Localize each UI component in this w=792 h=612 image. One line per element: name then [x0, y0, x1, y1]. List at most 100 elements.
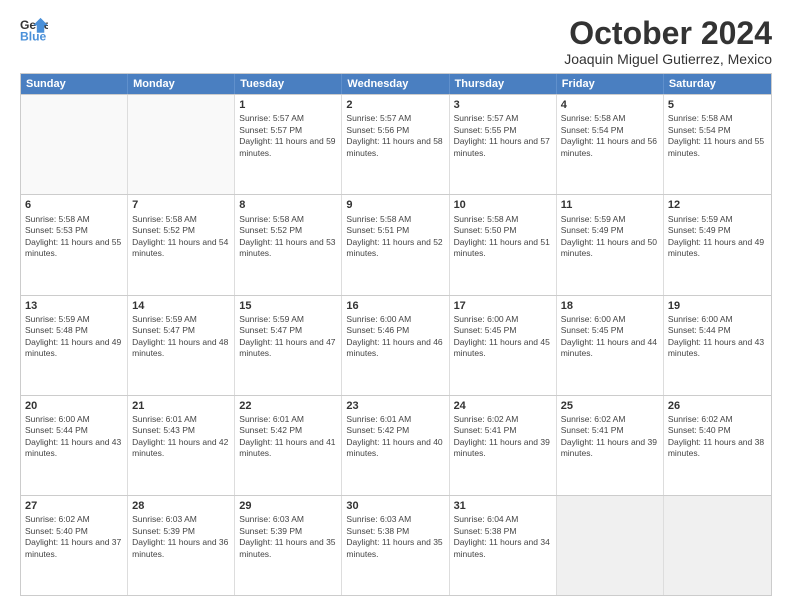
- header-day-sunday: Sunday: [21, 74, 128, 94]
- cell-info: Sunrise: 5:58 AM Sunset: 5:54 PM Dayligh…: [561, 113, 659, 159]
- cell-info: Sunrise: 6:00 AM Sunset: 5:45 PM Dayligh…: [454, 314, 552, 360]
- day-number: 13: [25, 299, 123, 313]
- cell-info: Sunrise: 5:59 AM Sunset: 5:49 PM Dayligh…: [668, 214, 767, 260]
- calendar-cell: 5Sunrise: 5:58 AM Sunset: 5:54 PM Daylig…: [664, 95, 771, 194]
- cell-info: Sunrise: 6:03 AM Sunset: 5:39 PM Dayligh…: [132, 514, 230, 560]
- calendar: SundayMondayTuesdayWednesdayThursdayFrid…: [20, 73, 772, 596]
- calendar-cell: 4Sunrise: 5:58 AM Sunset: 5:54 PM Daylig…: [557, 95, 664, 194]
- day-number: 24: [454, 399, 552, 413]
- calendar-cell: 26Sunrise: 6:02 AM Sunset: 5:40 PM Dayli…: [664, 396, 771, 495]
- month-title: October 2024: [564, 16, 772, 51]
- day-number: 26: [668, 399, 767, 413]
- cell-info: Sunrise: 6:00 AM Sunset: 5:44 PM Dayligh…: [25, 414, 123, 460]
- logo-icon: General Blue: [20, 16, 48, 44]
- day-number: 16: [346, 299, 444, 313]
- cell-info: Sunrise: 5:58 AM Sunset: 5:51 PM Dayligh…: [346, 214, 444, 260]
- page: General Blue October 2024 Joaquin Miguel…: [0, 0, 792, 612]
- calendar-cell: 23Sunrise: 6:01 AM Sunset: 5:42 PM Dayli…: [342, 396, 449, 495]
- day-number: 15: [239, 299, 337, 313]
- calendar-cell: 3Sunrise: 5:57 AM Sunset: 5:55 PM Daylig…: [450, 95, 557, 194]
- calendar-cell: 30Sunrise: 6:03 AM Sunset: 5:38 PM Dayli…: [342, 496, 449, 595]
- cell-info: Sunrise: 6:01 AM Sunset: 5:42 PM Dayligh…: [239, 414, 337, 460]
- calendar-cell: 22Sunrise: 6:01 AM Sunset: 5:42 PM Dayli…: [235, 396, 342, 495]
- day-number: 3: [454, 98, 552, 112]
- cell-info: Sunrise: 5:59 AM Sunset: 5:49 PM Dayligh…: [561, 214, 659, 260]
- day-number: 4: [561, 98, 659, 112]
- day-number: 8: [239, 198, 337, 212]
- cell-info: Sunrise: 6:00 AM Sunset: 5:44 PM Dayligh…: [668, 314, 767, 360]
- header-day-thursday: Thursday: [450, 74, 557, 94]
- day-number: 11: [561, 198, 659, 212]
- calendar-header: SundayMondayTuesdayWednesdayThursdayFrid…: [21, 74, 771, 94]
- calendar-cell: 29Sunrise: 6:03 AM Sunset: 5:39 PM Dayli…: [235, 496, 342, 595]
- cell-info: Sunrise: 6:02 AM Sunset: 5:40 PM Dayligh…: [668, 414, 767, 460]
- cell-info: Sunrise: 5:59 AM Sunset: 5:47 PM Dayligh…: [132, 314, 230, 360]
- header: General Blue October 2024 Joaquin Miguel…: [20, 16, 772, 67]
- calendar-cell: 28Sunrise: 6:03 AM Sunset: 5:39 PM Dayli…: [128, 496, 235, 595]
- cell-info: Sunrise: 5:58 AM Sunset: 5:54 PM Dayligh…: [668, 113, 767, 159]
- day-number: 19: [668, 299, 767, 313]
- calendar-cell: 31Sunrise: 6:04 AM Sunset: 5:38 PM Dayli…: [450, 496, 557, 595]
- header-day-saturday: Saturday: [664, 74, 771, 94]
- logo: General Blue: [20, 16, 48, 44]
- day-number: 21: [132, 399, 230, 413]
- calendar-cell: [128, 95, 235, 194]
- day-number: 2: [346, 98, 444, 112]
- calendar-cell: 15Sunrise: 5:59 AM Sunset: 5:47 PM Dayli…: [235, 296, 342, 395]
- day-number: 14: [132, 299, 230, 313]
- cell-info: Sunrise: 6:02 AM Sunset: 5:41 PM Dayligh…: [454, 414, 552, 460]
- calendar-cell: 16Sunrise: 6:00 AM Sunset: 5:46 PM Dayli…: [342, 296, 449, 395]
- day-number: 9: [346, 198, 444, 212]
- cell-info: Sunrise: 6:01 AM Sunset: 5:43 PM Dayligh…: [132, 414, 230, 460]
- calendar-cell: 7 Sunrise: 5:58 AM Sunset: 5:52 PM Daylig…: [128, 195, 235, 294]
- calendar-body: 1Sunrise: 5:57 AM Sunset: 5:57 PM Daylig…: [21, 94, 771, 595]
- cell-info: Sunrise: 6:02 AM Sunset: 5:41 PM Dayligh…: [561, 414, 659, 460]
- cell-info: Sunrise: 6:00 AM Sunset: 5:46 PM Dayligh…: [346, 314, 444, 360]
- header-day-friday: Friday: [557, 74, 664, 94]
- day-number: 6: [25, 198, 123, 212]
- cell-info: Sunrise: 6:00 AM Sunset: 5:45 PM Dayligh…: [561, 314, 659, 360]
- calendar-cell: 21Sunrise: 6:01 AM Sunset: 5:43 PM Dayli…: [128, 396, 235, 495]
- header-day-monday: Monday: [128, 74, 235, 94]
- calendar-row-1: 6 Sunrise: 5:58 AM Sunset: 5:53 PM Daylig…: [21, 194, 771, 294]
- cell-info: Sunrise: 6:03 AM Sunset: 5:38 PM Dayligh…: [346, 514, 444, 560]
- calendar-cell: 6 Sunrise: 5:58 AM Sunset: 5:53 PM Daylig…: [21, 195, 128, 294]
- calendar-row-4: 27Sunrise: 6:02 AM Sunset: 5:40 PM Dayli…: [21, 495, 771, 595]
- header-day-wednesday: Wednesday: [342, 74, 449, 94]
- cell-info: Sunrise: 5:58 AM Sunset: 5:50 PM Dayligh…: [454, 214, 552, 260]
- calendar-cell: 18Sunrise: 6:00 AM Sunset: 5:45 PM Dayli…: [557, 296, 664, 395]
- cell-info: Sunrise: 5:58 AM Sunset: 5:53 PM Dayligh…: [25, 214, 123, 260]
- day-number: 17: [454, 299, 552, 313]
- cell-info: Sunrise: 5:59 AM Sunset: 5:48 PM Dayligh…: [25, 314, 123, 360]
- day-number: 30: [346, 499, 444, 513]
- calendar-cell: 12Sunrise: 5:59 AM Sunset: 5:49 PM Dayli…: [664, 195, 771, 294]
- cell-info: Sunrise: 5:57 AM Sunset: 5:56 PM Dayligh…: [346, 113, 444, 159]
- day-number: 31: [454, 499, 552, 513]
- day-number: 7: [132, 198, 230, 212]
- cell-info: Sunrise: 6:02 AM Sunset: 5:40 PM Dayligh…: [25, 514, 123, 560]
- calendar-cell: 11 Sunrise: 5:59 AM Sunset: 5:49 PM Dayli…: [557, 195, 664, 294]
- calendar-cell: 9 Sunrise: 5:58 AM Sunset: 5:51 PM Daylig…: [342, 195, 449, 294]
- day-number: 28: [132, 499, 230, 513]
- cell-info: Sunrise: 5:58 AM Sunset: 5:52 PM Dayligh…: [132, 214, 230, 260]
- cell-info: Sunrise: 5:58 AM Sunset: 5:52 PM Dayligh…: [239, 214, 337, 260]
- calendar-cell: [21, 95, 128, 194]
- calendar-cell: 20Sunrise: 6:00 AM Sunset: 5:44 PM Dayli…: [21, 396, 128, 495]
- calendar-cell: 27Sunrise: 6:02 AM Sunset: 5:40 PM Dayli…: [21, 496, 128, 595]
- calendar-cell: 17Sunrise: 6:00 AM Sunset: 5:45 PM Dayli…: [450, 296, 557, 395]
- calendar-cell: [664, 496, 771, 595]
- location-title: Joaquin Miguel Gutierrez, Mexico: [564, 51, 772, 67]
- calendar-row-2: 13Sunrise: 5:59 AM Sunset: 5:48 PM Dayli…: [21, 295, 771, 395]
- day-number: 22: [239, 399, 337, 413]
- calendar-cell: 24Sunrise: 6:02 AM Sunset: 5:41 PM Dayli…: [450, 396, 557, 495]
- day-number: 1: [239, 98, 337, 112]
- day-number: 18: [561, 299, 659, 313]
- day-number: 23: [346, 399, 444, 413]
- cell-info: Sunrise: 5:59 AM Sunset: 5:47 PM Dayligh…: [239, 314, 337, 360]
- cell-info: Sunrise: 6:03 AM Sunset: 5:39 PM Dayligh…: [239, 514, 337, 560]
- calendar-cell: 2Sunrise: 5:57 AM Sunset: 5:56 PM Daylig…: [342, 95, 449, 194]
- day-number: 5: [668, 98, 767, 112]
- calendar-cell: 10 Sunrise: 5:58 AM Sunset: 5:50 PM Dayli…: [450, 195, 557, 294]
- calendar-row-3: 20Sunrise: 6:00 AM Sunset: 5:44 PM Dayli…: [21, 395, 771, 495]
- day-number: 10: [454, 198, 552, 212]
